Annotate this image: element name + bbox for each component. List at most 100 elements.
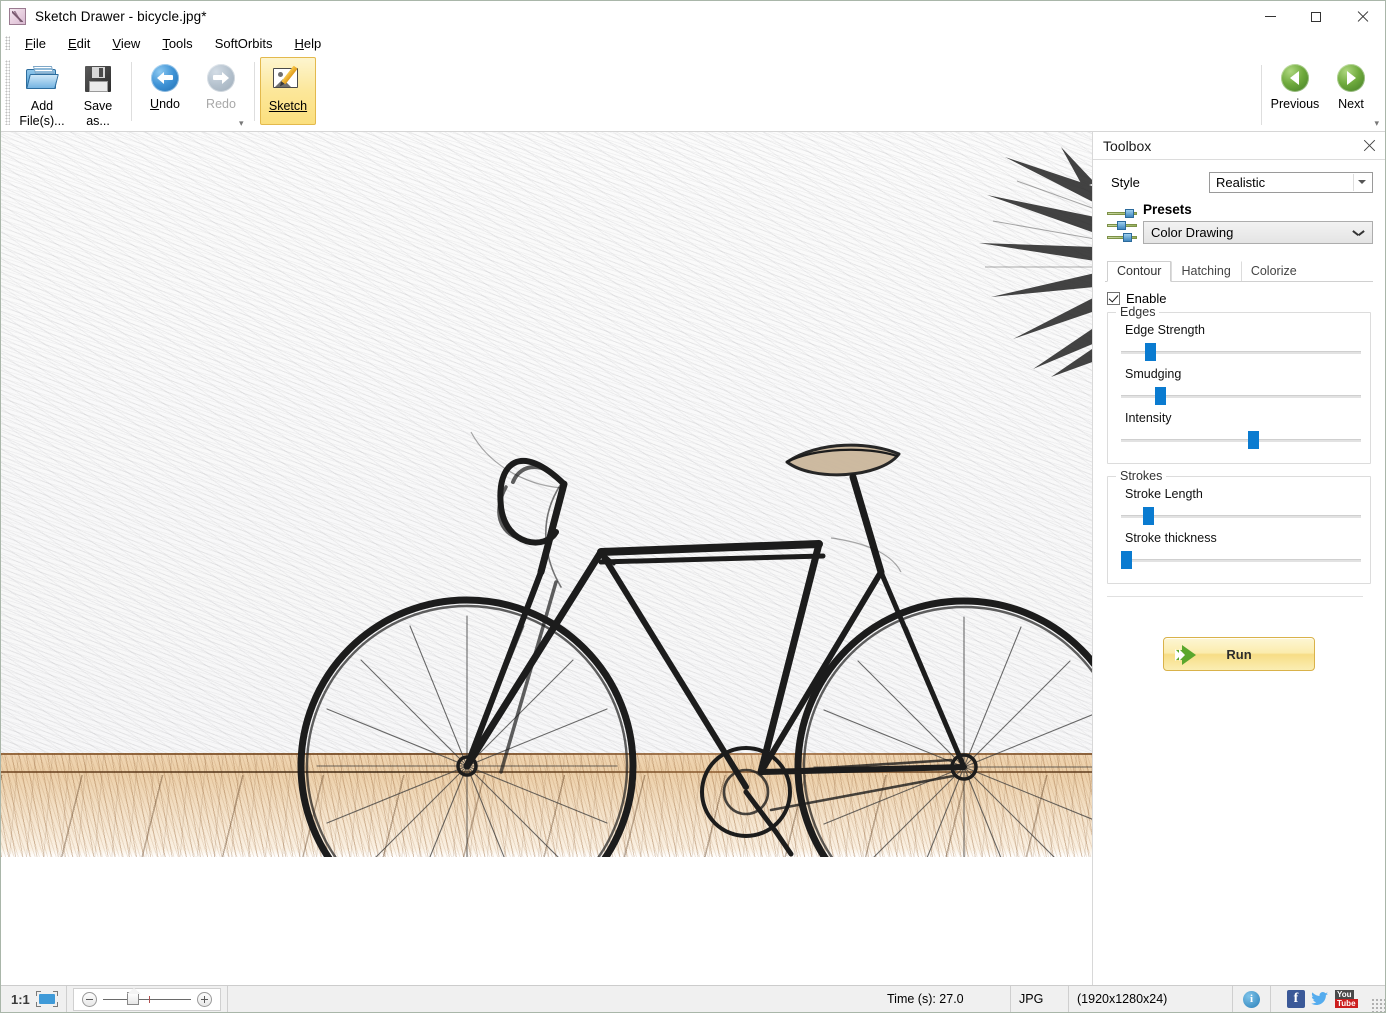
toolbar-drag-grip[interactable] (5, 60, 10, 125)
twitter-icon[interactable] (1310, 990, 1328, 1008)
intensity-slider[interactable] (1121, 431, 1361, 449)
toolbar-file-group: Add File(s)... Save as... (14, 54, 126, 131)
slider-track (1121, 351, 1361, 354)
green-left-arrow-icon (1280, 63, 1310, 93)
resize-grip[interactable] (1371, 998, 1385, 1012)
smudging-slider[interactable] (1121, 387, 1361, 405)
chevron-down-icon[interactable] (1353, 174, 1370, 191)
edge-strength-slider[interactable] (1121, 343, 1361, 361)
close-button[interactable] (1339, 1, 1385, 32)
floppy-disk-icon (81, 63, 115, 95)
redo-arrow-icon (206, 63, 236, 93)
chevron-down-icon[interactable] (1353, 229, 1364, 236)
youtube-bottom-text: Tube (1335, 999, 1358, 1008)
style-value: Realistic (1216, 175, 1265, 190)
edges-group-title: Edges (1116, 305, 1159, 319)
enable-checkbox[interactable] (1107, 292, 1120, 305)
menu-item-file[interactable]: File (14, 34, 57, 53)
maximize-button[interactable] (1293, 1, 1339, 32)
dimensions-value: (1920x1280x24) (1077, 992, 1167, 1006)
menu-drag-grip[interactable] (5, 36, 10, 50)
menu-edit-rest: dit (77, 36, 91, 51)
next-label: Next (1338, 97, 1364, 112)
canvas-area[interactable] (1, 132, 1093, 985)
menu-item-tools[interactable]: Tools (151, 34, 203, 53)
zoom-slider[interactable] (73, 988, 221, 1011)
slider-thumb[interactable] (1248, 431, 1259, 449)
slider-thumb[interactable] (1155, 387, 1166, 405)
strokes-group-title: Strokes (1116, 469, 1166, 483)
minimize-button[interactable] (1247, 1, 1293, 32)
title-bar: Sketch Drawer - bicycle.jpg* (1, 1, 1385, 32)
sketch-label: Sketch (269, 99, 307, 114)
next-button[interactable]: Next (1323, 57, 1379, 125)
social-links: f You Tube (1271, 986, 1371, 1012)
tab-colorize[interactable]: Colorize (1241, 261, 1307, 281)
add-files-button[interactable]: Add File(s)... (14, 57, 70, 130)
tab-contour[interactable]: Contour (1107, 261, 1171, 282)
slider-thumb[interactable] (1143, 507, 1154, 525)
save-as-button[interactable]: Save as... (70, 57, 126, 130)
window-controls (1247, 1, 1385, 32)
close-icon (1356, 11, 1368, 23)
green-right-arrow-icon (1336, 63, 1366, 93)
maximize-icon (1311, 12, 1321, 22)
toolbox-header: Toolbox (1093, 132, 1385, 160)
app-icon (9, 8, 26, 25)
zoom-slider-track[interactable] (103, 999, 191, 1000)
sketch-button[interactable]: Sketch (260, 57, 316, 125)
stroke-length-slider[interactable] (1121, 507, 1361, 525)
main-area: Toolbox Style Realistic (1, 132, 1385, 985)
menu-item-softorbits[interactable]: SoftOrbits (204, 34, 284, 53)
fit-to-window-icon[interactable] (36, 991, 58, 1007)
undo-arrow-icon (150, 63, 180, 93)
enable-row[interactable]: Enable (1107, 291, 1373, 306)
toolbar-separator-2 (254, 62, 255, 121)
zoom-in-icon[interactable] (197, 992, 212, 1007)
edge-strength-block: Edge Strength (1117, 323, 1361, 361)
menu-tools-rest: ools (169, 36, 193, 51)
add-files-line2: File(s)... (19, 114, 64, 128)
facebook-icon[interactable]: f (1287, 990, 1305, 1008)
window-title: Sketch Drawer - bicycle.jpg* (35, 9, 207, 24)
undo-button[interactable]: Undo (137, 57, 193, 125)
panel-divider (1107, 596, 1363, 597)
menu-item-help[interactable]: Help (283, 34, 332, 53)
toolbar-left-expand-icon[interactable]: ▾ (239, 118, 244, 129)
toolbar-separator-3 (1261, 65, 1262, 125)
style-select[interactable]: Realistic (1209, 172, 1373, 193)
run-button[interactable]: Run (1163, 637, 1315, 671)
zoom-slider-cell (67, 986, 228, 1012)
previous-label: Previous (1271, 97, 1320, 112)
toolbox-tabs: Contour Hatching Colorize (1105, 261, 1373, 282)
toolbar-right-expand-icon[interactable]: ▾ (1374, 118, 1379, 129)
zoom-out-icon[interactable] (82, 992, 97, 1007)
slider-thumb[interactable] (1145, 343, 1156, 361)
slider-thumb[interactable] (1121, 551, 1132, 569)
tab-hatching[interactable]: Hatching (1171, 261, 1240, 281)
toolbox-title: Toolbox (1103, 138, 1151, 154)
toolbar-edit-group: Undo Redo (137, 54, 249, 131)
menu-item-view[interactable]: View (101, 34, 151, 53)
add-files-label: Add File(s)... (19, 99, 64, 129)
zoom-ratio-button[interactable]: 1:1 (1, 992, 36, 1007)
presets-column: Presets Color Drawing (1143, 202, 1373, 244)
menu-softorbits-label: SoftOrbits (215, 36, 273, 51)
format-value: JPG (1019, 992, 1043, 1006)
zoom-slider-thumb[interactable] (127, 992, 139, 1005)
previous-button[interactable]: Previous (1267, 57, 1323, 125)
intensity-block: Intensity (1117, 411, 1361, 449)
toolbox-close-icon[interactable] (1363, 139, 1376, 152)
info-icon[interactable]: i (1243, 991, 1260, 1008)
menu-item-edit[interactable]: Edit (57, 34, 101, 53)
stroke-thickness-slider[interactable] (1121, 551, 1361, 569)
presets-label: Presets (1143, 202, 1373, 217)
edge-strength-label: Edge Strength (1125, 323, 1361, 337)
save-as-line2: as... (86, 114, 110, 128)
smudging-label: Smudging (1125, 367, 1361, 381)
sketch-preview-canvas[interactable] (1, 132, 1093, 857)
presets-select[interactable]: Color Drawing (1143, 221, 1373, 244)
slider-track (1121, 515, 1361, 518)
youtube-icon[interactable]: You Tube (1333, 990, 1355, 1008)
time-status: Time (s): 27.0 (879, 986, 1011, 1012)
